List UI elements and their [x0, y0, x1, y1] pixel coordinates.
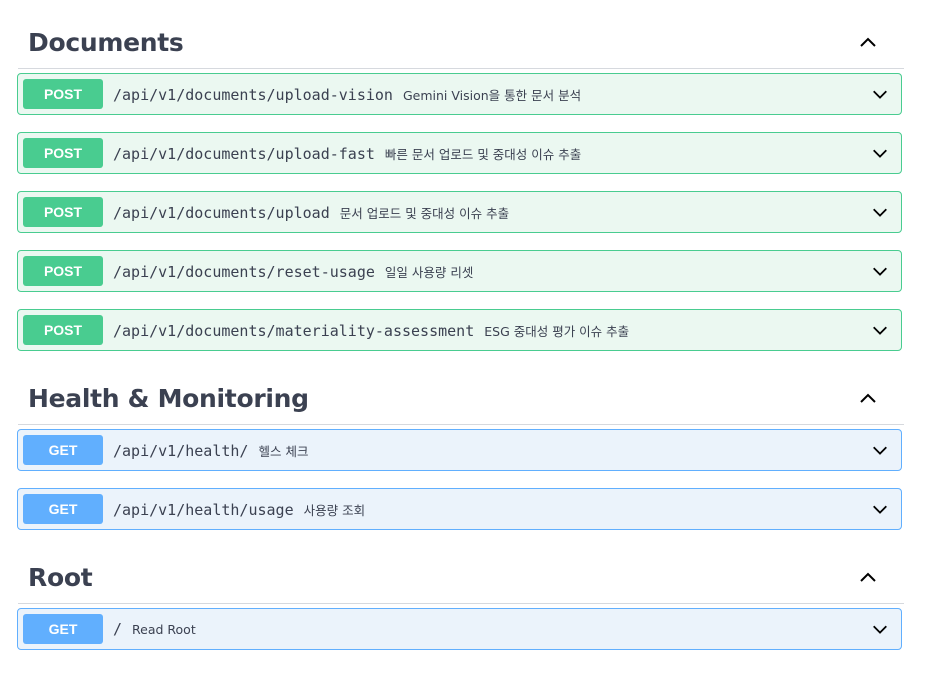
section-header-documents[interactable]: Documents: [18, 18, 904, 69]
operation-path: /api/v1/documents/upload-vision Gemini Vi…: [113, 85, 581, 104]
chevron-down-icon[interactable]: [871, 203, 889, 221]
path-text: /api/v1/health/: [113, 442, 249, 460]
operation-upload-fast[interactable]: POST /api/v1/documents/upload-fast 빠른 문서 …: [17, 132, 902, 174]
path-text: /api/v1/documents/materiality-assessment: [113, 322, 475, 340]
path-text: /api/v1/documents/upload: [113, 204, 330, 222]
operation-health[interactable]: GET /api/v1/health/헬스 체크: [17, 429, 902, 471]
chevron-up-icon[interactable]: [858, 388, 878, 408]
section-title: Health & Monitoring: [28, 384, 309, 413]
operation-upload[interactable]: POST /api/v1/documents/upload 문서 업로드 및 중대…: [17, 191, 902, 233]
chevron-down-icon[interactable]: [871, 620, 889, 638]
operation-path: /api/v1/health/usage 사용량 조회: [113, 500, 365, 519]
method-badge: GET: [23, 435, 103, 465]
operation-summary: ESG 중대성 평가 이슈 추출: [484, 324, 630, 339]
operation-reset-usage[interactable]: POST /api/v1/documents/reset-usage 일일 사용량…: [17, 250, 902, 292]
section-title: Root: [28, 563, 93, 592]
chevron-down-icon[interactable]: [871, 500, 889, 518]
operation-read-root[interactable]: GET / Read Root: [17, 608, 902, 650]
path-text: /api/v1/documents/upload-fast: [113, 145, 375, 163]
operation-materiality-assessment[interactable]: POST /api/v1/documents/materiality-asses…: [17, 309, 902, 351]
path-text: /api/v1/health/usage: [113, 501, 294, 519]
operation-health-usage[interactable]: GET /api/v1/health/usage 사용량 조회: [17, 488, 902, 530]
section-title: Documents: [28, 28, 184, 57]
operation-summary: 헬스 체크: [258, 444, 309, 459]
path-text: /: [113, 620, 123, 638]
operation-path: /api/v1/documents/upload 문서 업로드 및 중대성 이슈 …: [113, 203, 509, 222]
operation-summary: 일일 사용량 리셋: [384, 265, 474, 280]
path-text: /api/v1/documents/upload-vision: [113, 86, 393, 104]
operation-upload-vision[interactable]: POST /api/v1/documents/upload-vision Gemi…: [17, 73, 902, 115]
operation-path: /api/v1/documents/materiality-assessment…: [113, 321, 629, 340]
section-header-health[interactable]: Health & Monitoring: [18, 374, 904, 425]
chevron-up-icon[interactable]: [858, 567, 878, 587]
chevron-down-icon[interactable]: [871, 321, 889, 339]
method-badge: GET: [23, 494, 103, 524]
section-header-root[interactable]: Root: [18, 553, 904, 604]
operation-summary: Gemini Vision을 통한 문서 분석: [402, 88, 582, 103]
operation-path: /api/v1/documents/reset-usage 일일 사용량 리셋: [113, 262, 473, 281]
operation-summary: 문서 업로드 및 중대성 이슈 추출: [339, 206, 510, 221]
method-badge: POST: [23, 315, 103, 345]
method-badge: POST: [23, 197, 103, 227]
chevron-down-icon[interactable]: [871, 85, 889, 103]
operation-summary: Read Root: [132, 622, 196, 637]
chevron-up-icon[interactable]: [858, 32, 878, 52]
path-text: /api/v1/documents/reset-usage: [113, 263, 375, 281]
method-badge: POST: [23, 256, 103, 286]
operation-path: /api/v1/health/헬스 체크: [113, 441, 308, 460]
operation-summary: 사용량 조회: [303, 503, 366, 518]
method-badge: POST: [23, 79, 103, 109]
operation-path: / Read Root: [113, 620, 196, 638]
operation-path: /api/v1/documents/upload-fast 빠른 문서 업로드 및…: [113, 144, 581, 163]
method-badge: GET: [23, 614, 103, 644]
chevron-down-icon[interactable]: [871, 441, 889, 459]
chevron-down-icon[interactable]: [871, 262, 889, 280]
chevron-down-icon[interactable]: [871, 144, 889, 162]
operation-summary: 빠른 문서 업로드 및 중대성 이슈 추출: [384, 147, 582, 162]
method-badge: POST: [23, 138, 103, 168]
